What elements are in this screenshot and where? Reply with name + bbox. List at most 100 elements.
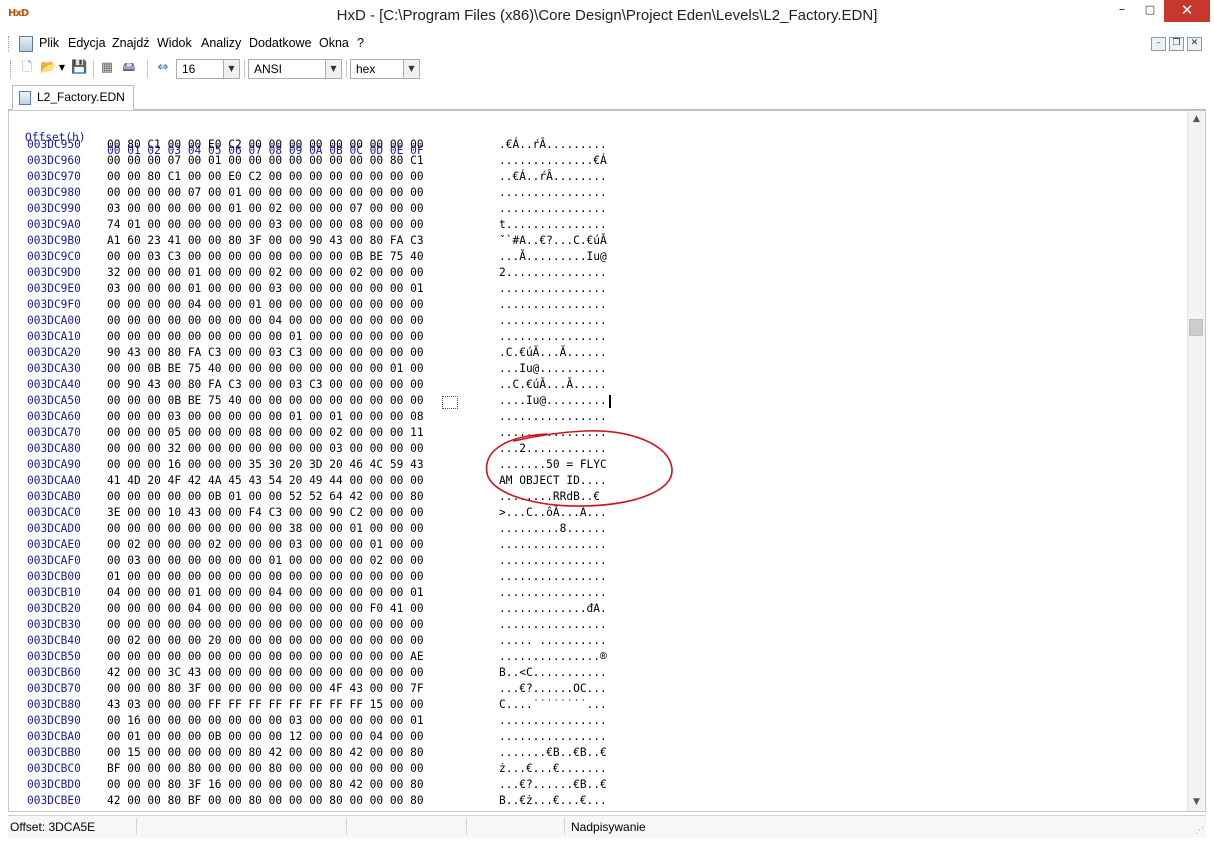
row-text[interactable]: ....Iu@......... xyxy=(499,394,607,407)
menu-dodatkowe[interactable]: Dodatkowe xyxy=(249,36,312,50)
row-hex-bytes[interactable]: BF 00 00 00 80 00 00 00 80 00 00 00 00 0… xyxy=(107,762,424,775)
row-hex-bytes[interactable]: 00 80 C1 00 00 E0 C2 00 00 00 00 00 00 0… xyxy=(107,138,424,151)
row-text[interactable]: AM OBJECT ID.... xyxy=(499,474,607,487)
row-text[interactable]: ..............€Á xyxy=(499,154,607,167)
close-icon[interactable]: ✕ xyxy=(1164,0,1210,22)
row-text[interactable]: B..<C........... xyxy=(499,666,607,679)
row-hex-bytes[interactable]: 00 00 00 00 00 00 00 00 04 00 00 00 00 0… xyxy=(107,314,424,327)
menu-plik[interactable]: Plik xyxy=(39,36,59,50)
mdi-minimize-icon[interactable]: – xyxy=(1151,37,1166,51)
row-text[interactable]: ................ xyxy=(499,586,607,599)
row-hex-bytes[interactable]: 00 00 00 00 04 00 00 00 00 00 00 00 00 F… xyxy=(107,602,424,615)
scroll-up-icon[interactable]: ▲ xyxy=(1188,111,1205,128)
row-text[interactable]: C....˙˙˙˙˙˙˙˙... xyxy=(499,698,607,711)
row-hex-bytes[interactable]: 00 00 00 00 00 00 00 00 00 00 00 00 00 0… xyxy=(107,618,424,631)
row-text[interactable]: ................ xyxy=(499,714,607,727)
row-hex-bytes[interactable]: 00 00 03 C3 00 00 00 00 00 00 00 00 0B B… xyxy=(107,250,424,263)
charset-select[interactable]: ANSI ▼ xyxy=(248,59,342,79)
row-hex-bytes[interactable]: 00 02 00 00 00 20 00 00 00 00 00 00 00 0… xyxy=(107,634,424,647)
row-hex-bytes[interactable]: 00 00 0B BE 75 40 00 00 00 00 00 00 00 0… xyxy=(107,362,424,375)
row-text[interactable]: ...............® xyxy=(499,650,607,663)
row-hex-bytes[interactable]: 00 00 80 C1 00 00 E0 C2 00 00 00 00 00 0… xyxy=(107,170,424,183)
row-hex-bytes[interactable]: 00 00 00 0B BE 75 40 00 00 00 00 00 00 0… xyxy=(107,394,424,407)
disk-icon[interactable]: 🖴 xyxy=(121,60,137,76)
row-hex-bytes[interactable]: 41 4D 20 4F 42 4A 45 43 54 20 49 44 00 0… xyxy=(107,474,424,487)
row-text[interactable]: .............đA. xyxy=(499,602,607,615)
row-text[interactable]: .......50 = FLYC xyxy=(499,458,607,471)
row-hex-bytes[interactable]: 01 00 00 00 00 00 00 00 00 00 00 00 00 0… xyxy=(107,570,424,583)
menu-okna[interactable]: Okna xyxy=(319,36,349,50)
row-hex-bytes[interactable]: 00 00 00 07 00 01 00 00 00 00 00 00 00 0… xyxy=(107,154,424,167)
row-hex-bytes[interactable]: 00 00 00 00 00 00 00 00 00 38 00 00 01 0… xyxy=(107,522,424,535)
open-folder-icon[interactable]: 📂 xyxy=(40,60,56,76)
row-text[interactable]: ..C.€úĂ...Ă..... xyxy=(499,378,607,391)
row-text[interactable]: ................ xyxy=(499,314,607,327)
scrollbar-thumb[interactable] xyxy=(1189,319,1203,336)
document-icon[interactable] xyxy=(19,36,33,52)
hex-editor[interactable]: Offset(h) 00 01 02 03 04 05 06 07 08 09 … xyxy=(8,110,1206,812)
row-hex-bytes[interactable]: 00 00 00 00 00 00 00 00 00 01 00 00 00 0… xyxy=(107,330,424,343)
toolbar-grip[interactable] xyxy=(10,60,14,78)
row-text[interactable]: ................ xyxy=(499,730,607,743)
mdi-close-icon[interactable]: ✕ xyxy=(1187,37,1202,51)
row-text[interactable]: ................ xyxy=(499,410,607,423)
row-text[interactable]: ................ xyxy=(499,570,607,583)
row-hex-bytes[interactable]: 00 00 00 00 00 0B 01 00 00 52 52 64 42 0… xyxy=(107,490,424,503)
row-hex-bytes[interactable]: 00 15 00 00 00 00 00 80 42 00 00 80 42 0… xyxy=(107,746,424,759)
row-hex-bytes[interactable]: 00 00 00 00 00 00 00 00 00 00 00 00 00 0… xyxy=(107,650,424,663)
row-text[interactable]: .......€B..€B..€ xyxy=(499,746,607,759)
row-hex-bytes[interactable]: 00 02 00 00 00 02 00 00 00 03 00 00 00 0… xyxy=(107,538,424,551)
menu-analizy[interactable]: Analizy xyxy=(201,36,241,50)
row-hex-bytes[interactable]: 00 00 00 00 04 00 00 01 00 00 00 00 00 0… xyxy=(107,298,424,311)
offset-base-select[interactable]: hex ▼ xyxy=(350,59,420,79)
row-text[interactable]: .C.€úĂ...Ă...... xyxy=(499,346,607,359)
row-hex-bytes[interactable]: 32 00 00 00 01 00 00 00 02 00 00 00 02 0… xyxy=(107,266,424,279)
row-hex-bytes[interactable]: 90 43 00 80 FA C3 00 00 03 C3 00 00 00 0… xyxy=(107,346,424,359)
save-icon[interactable]: 💾 xyxy=(71,60,87,76)
row-hex-bytes[interactable]: 04 00 00 00 01 00 00 00 04 00 00 00 00 0… xyxy=(107,586,424,599)
row-hex-bytes[interactable]: 03 00 00 00 01 00 00 00 03 00 00 00 00 0… xyxy=(107,282,424,295)
row-hex-bytes[interactable]: 42 00 00 3C 43 00 00 00 00 00 00 00 00 0… xyxy=(107,666,424,679)
maximize-icon[interactable]: □ xyxy=(1136,0,1164,22)
row-text[interactable]: ..€Á..ŕÂ........ xyxy=(499,170,607,183)
row-text[interactable]: ........RRdB..€ xyxy=(499,490,600,503)
row-hex-bytes[interactable]: 03 00 00 00 00 00 01 00 02 00 00 00 07 0… xyxy=(107,202,424,215)
row-text[interactable]: ................ xyxy=(499,298,607,311)
row-text[interactable]: ...€?......€B..€ xyxy=(499,778,607,791)
row-text[interactable]: ...Iu@.......... xyxy=(499,362,607,375)
row-text[interactable]: .€Á..ŕÂ......... xyxy=(499,138,607,151)
row-hex-bytes[interactable]: 43 03 00 00 00 FF FF FF FF FF FF FF FF 1… xyxy=(107,698,424,711)
row-text[interactable]: ...€?......OC... xyxy=(499,682,607,695)
row-text[interactable]: ˇ`#A..€?...C.€úĂ xyxy=(499,234,607,247)
row-hex-bytes[interactable]: A1 60 23 41 00 00 80 3F 00 00 90 43 00 8… xyxy=(107,234,424,247)
row-text[interactable]: ..... .......... xyxy=(499,634,607,647)
row-hex-bytes[interactable]: 00 00 00 80 3F 00 00 00 00 00 00 4F 43 0… xyxy=(107,682,424,695)
menu-znajdz[interactable]: Znajdź xyxy=(112,36,150,50)
menu-edycja[interactable]: Edycja xyxy=(68,36,106,50)
row-hex-bytes[interactable]: 00 90 43 00 80 FA C3 00 00 03 C3 00 00 0… xyxy=(107,378,424,391)
row-text[interactable]: 2............... xyxy=(499,266,607,279)
ram-icon[interactable]: ▦ xyxy=(99,60,115,76)
resize-grip-icon[interactable]: ⋰ xyxy=(1195,826,1204,836)
row-text[interactable]: ...2............ xyxy=(499,442,607,455)
open-dropdown-icon[interactable]: ▼ xyxy=(58,60,66,76)
row-text[interactable]: ................ xyxy=(499,538,607,551)
menu-help[interactable]: ? xyxy=(357,36,364,50)
row-hex-bytes[interactable]: 00 03 00 00 00 00 00 00 01 00 00 00 00 0… xyxy=(107,554,424,567)
menu-widok[interactable]: Widok xyxy=(157,36,192,50)
row-text[interactable]: .........8...... xyxy=(499,522,607,535)
scroll-down-icon[interactable]: ▼ xyxy=(1188,794,1205,811)
row-text[interactable]: >...C..ôĂ...Â... xyxy=(499,506,607,519)
row-hex-bytes[interactable]: 00 00 00 03 00 00 00 00 00 01 00 01 00 0… xyxy=(107,410,424,423)
row-hex-bytes[interactable]: 74 01 00 00 00 00 00 00 03 00 00 00 08 0… xyxy=(107,218,424,231)
row-text[interactable]: ................ xyxy=(499,282,607,295)
chevron-down-icon[interactable]: ▼ xyxy=(403,60,419,78)
row-text[interactable]: ................ xyxy=(499,330,607,343)
bytes-per-row-select[interactable]: 16 ▼ xyxy=(176,59,240,79)
row-text[interactable]: t............... xyxy=(499,218,607,231)
row-hex-bytes[interactable]: 00 00 00 05 00 00 00 08 00 00 00 02 00 0… xyxy=(107,426,424,439)
row-hex-bytes[interactable]: 00 00 00 80 3F 16 00 00 00 00 00 80 42 0… xyxy=(107,778,424,791)
row-hex-bytes[interactable]: 00 00 00 00 07 00 01 00 00 00 00 00 00 0… xyxy=(107,186,424,199)
new-file-icon[interactable]: 🗋 xyxy=(19,60,35,76)
row-text[interactable]: ................ xyxy=(499,202,607,215)
